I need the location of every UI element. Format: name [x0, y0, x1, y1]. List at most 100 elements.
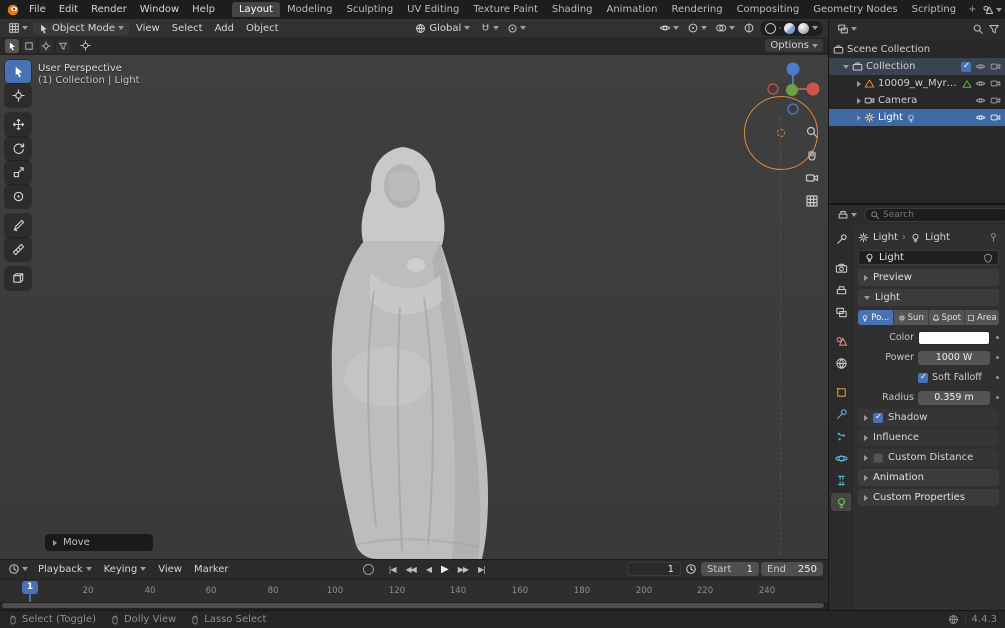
editor-type-button[interactable]	[5, 21, 31, 35]
menu-marker[interactable]: Marker	[189, 563, 234, 576]
render-visibility-icon[interactable]	[990, 112, 1001, 123]
workspace-tab-layout[interactable]: Layout	[231, 2, 280, 17]
select-mode-box-button[interactable]	[22, 38, 36, 53]
frame-end-field[interactable]: End 250	[761, 562, 824, 577]
soft-falloff-checkbox[interactable]	[918, 372, 928, 383]
overlays-dropdown[interactable]	[712, 21, 738, 35]
tab-particles[interactable]	[831, 427, 851, 445]
menu-select[interactable]: Select	[167, 22, 208, 35]
light-type-point-button[interactable]: Po...	[858, 310, 894, 325]
animate-dot-icon[interactable]	[996, 376, 999, 379]
menu-file[interactable]: File	[23, 2, 52, 17]
tab-world[interactable]	[831, 354, 851, 372]
outliner-search-icon[interactable]	[972, 23, 984, 35]
tool-move[interactable]	[5, 113, 31, 136]
workspace-tab-texture-paint[interactable]: Texture Paint	[466, 2, 545, 17]
workspace-tab-rendering[interactable]: Rendering	[664, 2, 729, 17]
workspace-tab-modeling[interactable]: Modeling	[280, 2, 340, 17]
visibility-dropdown[interactable]	[656, 21, 682, 35]
breadcrumb-data[interactable]: Light	[925, 232, 950, 243]
outliner-row-collection[interactable]: Collection	[829, 58, 1005, 75]
properties-search[interactable]	[864, 208, 1005, 222]
tool-select-box[interactable]	[5, 60, 31, 83]
workspace-tab-scripting[interactable]: Scripting	[905, 2, 963, 17]
play-reverse-button[interactable]: ◀	[423, 564, 434, 575]
tab-physics[interactable]	[831, 449, 851, 467]
hide-eye-icon[interactable]	[975, 78, 986, 89]
select-mode-tweak-button[interactable]	[5, 38, 19, 53]
properties-editor-type-button[interactable]	[834, 208, 860, 222]
panel-custom-distance[interactable]: Custom Distance	[858, 449, 999, 466]
snap-toggle-button[interactable]	[477, 22, 502, 35]
statue-mesh[interactable]	[276, 141, 528, 559]
timeline-editor-type-button[interactable]	[5, 562, 31, 576]
tab-constraints[interactable]	[831, 471, 851, 489]
next-keyframe-button[interactable]: ▶▶	[455, 564, 471, 575]
menu-playback[interactable]: Playback	[33, 563, 97, 576]
menu-window[interactable]: Window	[134, 2, 185, 17]
timeline-ruler[interactable]: 20 40 60 80 100 120 140 160 180 200 220 …	[0, 578, 828, 604]
light-name-field[interactable]: Light	[858, 250, 999, 265]
menu-keying[interactable]: Keying	[99, 563, 152, 576]
tab-view-layer[interactable]	[831, 303, 851, 321]
animate-dot-icon[interactable]	[996, 336, 999, 339]
outliner-editor-type-button[interactable]	[834, 22, 860, 36]
hide-eye-icon[interactable]	[975, 112, 986, 123]
workspace-tab-sculpting[interactable]: Sculpting	[339, 2, 400, 17]
tab-output[interactable]	[831, 281, 851, 299]
timeline-scrollbar-track[interactable]	[0, 602, 828, 611]
workspace-tab-geometry-nodes[interactable]: Geometry Nodes	[806, 2, 904, 17]
panel-animation[interactable]: Animation	[858, 469, 999, 486]
navigation-gizmo[interactable]	[763, 59, 823, 119]
pan-hand-icon[interactable]	[805, 148, 819, 162]
menu-view[interactable]: View	[131, 22, 165, 35]
select-mode-lasso-button[interactable]	[56, 38, 70, 53]
panel-light[interactable]: Light	[858, 289, 999, 306]
outliner-row-mesh[interactable]: 10009_w_Myriam,	[829, 75, 1005, 92]
panel-shadow[interactable]: Shadow	[858, 409, 999, 426]
tab-tool[interactable]	[831, 230, 851, 248]
fake-user-shield-icon[interactable]	[983, 253, 993, 263]
blender-logo-icon[interactable]	[6, 3, 20, 17]
hide-eye-icon[interactable]	[975, 95, 986, 106]
tab-object[interactable]	[831, 383, 851, 401]
render-visibility-icon[interactable]	[990, 78, 1001, 89]
tool-transform[interactable]	[5, 185, 31, 208]
shading-wireframe-button[interactable]	[765, 22, 777, 34]
gizmos-dropdown[interactable]	[684, 21, 710, 35]
animate-dot-icon[interactable]	[996, 396, 999, 399]
playhead[interactable]: 1	[22, 580, 38, 594]
shading-rendered-button[interactable]	[798, 22, 810, 34]
current-frame-field[interactable]: 1	[627, 562, 682, 577]
shading-material-button[interactable]	[784, 22, 796, 34]
tab-object-data[interactable]	[831, 493, 851, 511]
add-workspace-button[interactable]: +	[963, 2, 981, 17]
tab-scene[interactable]	[831, 332, 851, 350]
viewport-3d[interactable]: User Perspective (1) Collection | Light	[0, 55, 828, 559]
workspace-tab-uv-editing[interactable]: UV Editing	[400, 2, 466, 17]
zoom-icon[interactable]	[805, 125, 819, 139]
expand-icon[interactable]	[857, 114, 861, 121]
tool-add-cube[interactable]	[5, 267, 31, 290]
color-swatch[interactable]	[918, 330, 990, 345]
expand-icon[interactable]	[857, 80, 861, 87]
prev-keyframe-button[interactable]: ◀◀	[403, 564, 419, 575]
properties-search-input[interactable]	[883, 210, 1003, 220]
frame-start-field[interactable]: Start 1	[701, 562, 760, 577]
tool-settings-extra-icon[interactable]	[77, 39, 94, 52]
render-visibility-icon[interactable]	[990, 61, 1001, 72]
workspace-tab-shading[interactable]: Shading	[545, 2, 600, 17]
menu-help[interactable]: Help	[186, 2, 221, 17]
hide-eye-icon[interactable]	[975, 61, 986, 72]
menu-render[interactable]: Render	[85, 2, 133, 17]
light-type-sun-button[interactable]: Sun	[893, 310, 929, 325]
breadcrumb-object[interactable]: Light	[873, 232, 898, 243]
timeline-scrollbar[interactable]	[2, 603, 824, 609]
tab-render[interactable]	[831, 259, 851, 277]
tool-annotate[interactable]	[5, 214, 31, 237]
light-type-area-button[interactable]: Area	[964, 310, 999, 325]
outliner-row-camera[interactable]: Camera	[829, 92, 1005, 109]
tool-measure[interactable]	[5, 238, 31, 261]
outliner-filter-icon[interactable]	[988, 23, 1000, 35]
menu-object[interactable]: Object	[241, 22, 284, 35]
